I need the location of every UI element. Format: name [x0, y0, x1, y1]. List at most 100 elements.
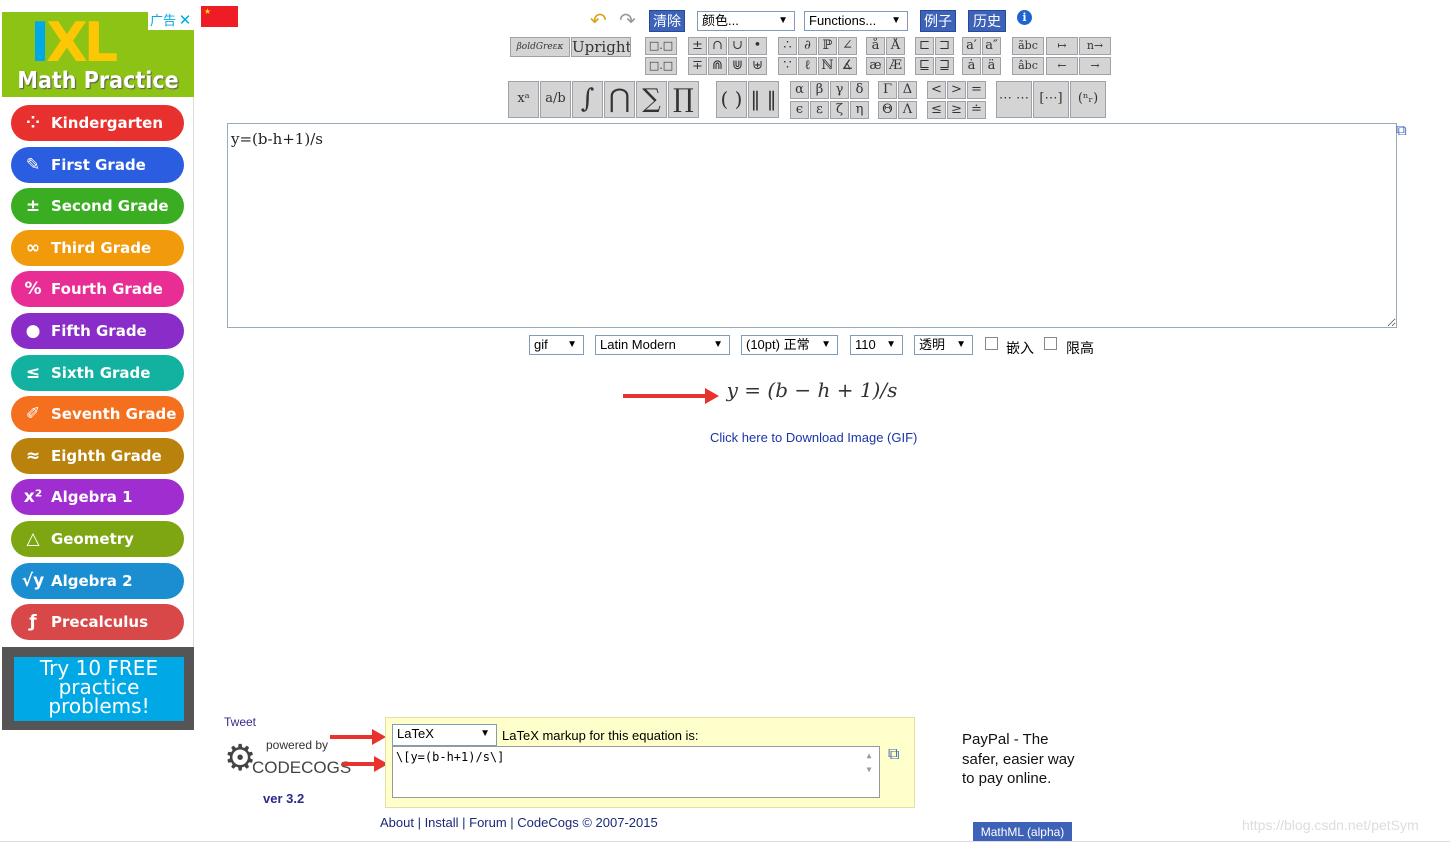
redo-icon[interactable]: ↷ [619, 8, 636, 33]
copy-icon[interactable]: ⧉ [1396, 122, 1412, 140]
functions-select[interactable]: Functions... ▼ [804, 11, 908, 31]
symbol-button[interactable]: β [810, 81, 829, 99]
symbol-button[interactable]: Δ [898, 81, 917, 99]
size-select[interactable]: (10pt) 正常 ▼ [741, 335, 838, 355]
grade-button[interactable]: △ Geometry [11, 521, 184, 557]
ixl-ad[interactable]: IXL Math Practice 广告 ✕ ⁘ Kindergarten ✎ Fir… [2, 12, 194, 730]
symbol-button[interactable]: ↦ [1046, 37, 1078, 55]
symbol-button[interactable]: ≐ [967, 101, 986, 119]
symbol-button[interactable]: ∓ [688, 57, 707, 75]
symbol-button[interactable]: □.□ [645, 37, 677, 55]
symbol-button[interactable]: ⊏ [915, 37, 934, 55]
symbol-button[interactable]: ãbc [1012, 37, 1044, 55]
symbol-button[interactable]: ≥ [947, 101, 966, 119]
latex-markup-output[interactable]: \[y=(b-h+1)/s\] ▲ ▼ [392, 746, 880, 798]
download-link[interactable]: Click here to Download Image (GIF) [710, 430, 917, 445]
symbol-button[interactable]: ← [1046, 57, 1078, 75]
symbol-button[interactable]: → [1079, 57, 1111, 75]
symbol-button[interactable]: • [748, 37, 767, 55]
china-flag-icon[interactable]: ★ [201, 6, 238, 27]
grade-button[interactable]: ƒ Precalculus [11, 604, 184, 641]
symbol-button[interactable]: ⊐ [935, 37, 954, 55]
close-ad-icon[interactable]: ✕ [176, 12, 194, 30]
symbol-button[interactable]: ± [688, 37, 707, 55]
grade-button[interactable]: ✎ First Grade [11, 146, 184, 183]
footer-links[interactable]: About | Install | Forum | CodeCogs © 200… [380, 815, 658, 830]
paypal-image[interactable]: PayPal - The safer, easier way to pay on… [962, 730, 1077, 789]
grade-button[interactable]: ● Fifth Grade [11, 313, 184, 349]
symbol-button[interactable]: Γ [878, 81, 897, 99]
symbol-button[interactable]: γ [830, 81, 849, 99]
symbol-button[interactable]: ∴ [778, 37, 797, 55]
ixl-logo[interactable]: IXL Math Practice 广告 ✕ [2, 12, 194, 97]
symbol-button[interactable]: Λ [898, 101, 917, 119]
symbol-button[interactable]: ∩ [708, 37, 727, 55]
format-select[interactable]: gif ▼ [529, 335, 584, 355]
copy-icon[interactable]: ⧉ [888, 746, 899, 764]
symbol-button[interactable]: ⊑ [915, 57, 934, 75]
symbol-button[interactable]: Θ [878, 101, 897, 119]
grade-button[interactable]: % Fourth Grade [11, 271, 184, 308]
symbol-button[interactable]: a″ [982, 37, 1001, 55]
symbol-button[interactable]: Å [886, 37, 905, 55]
color-select[interactable]: 颜色... ▼ [697, 11, 795, 31]
symbol-button[interactable]: ∫ [572, 81, 603, 118]
symbol-button[interactable]: ℕ [818, 57, 837, 75]
symbol-button[interactable]: δ [850, 81, 869, 99]
scrollbar[interactable]: ▲ ▼ [861, 749, 877, 779]
limit-height-checkbox[interactable] [1044, 337, 1057, 350]
equation-editor[interactable]: y=(b-h+1)/s [227, 123, 1397, 328]
undo-icon[interactable]: ↶ [590, 8, 607, 33]
markup-type-select[interactable]: LaTeX ▼ [392, 724, 497, 746]
grade-button[interactable]: ∞ Third Grade [11, 229, 184, 266]
mathml-button[interactable]: MathML (alpha) [973, 822, 1072, 842]
symbol-button[interactable]: ϵ [790, 101, 809, 119]
symbol-button[interactable]: ⋓ [728, 57, 747, 75]
symbol-button[interactable]: ∡ [838, 57, 857, 75]
grade-button[interactable]: √y Algebra 2 [11, 562, 184, 599]
symbol-button[interactable]: a′ [962, 37, 981, 55]
symbol-button[interactable]: = [967, 81, 986, 99]
symbol-button[interactable]: α [790, 81, 809, 99]
symbol-button[interactable]: η [850, 101, 869, 119]
symbol-button[interactable]: ∂ [798, 37, 817, 55]
embed-checkbox[interactable] [985, 337, 998, 350]
symbol-button[interactable]: a/b [540, 81, 571, 118]
symbol-button[interactable]: å [866, 37, 885, 55]
symbol-button[interactable]: ℓ [798, 57, 817, 75]
dpi-select[interactable]: 110 ▼ [850, 335, 903, 355]
symbol-button[interactable]: ∵ [778, 57, 797, 75]
clear-button[interactable]: 清除 [649, 10, 685, 32]
symbol-button[interactable]: âbc [1012, 57, 1044, 75]
symbol-button[interactable]: æ [866, 57, 885, 75]
symbol-button[interactable]: [⋯] [1033, 81, 1069, 118]
symbol-button[interactable]: □.□ [645, 57, 677, 75]
background-select[interactable]: 透明 ▼ [914, 335, 973, 355]
info-icon[interactable]: i [1017, 10, 1032, 25]
symbol-button[interactable]: ⋯ ⋯ [996, 81, 1032, 118]
grade-button[interactable]: x² Algebra 1 [11, 479, 184, 516]
symbol-button[interactable]: ∏ [668, 81, 699, 118]
symbol-button[interactable]: ∪ [728, 37, 747, 55]
symbol-button[interactable]: ≤ [927, 101, 946, 119]
symbol-button[interactable]: ζ [830, 101, 849, 119]
examples-button[interactable]: 例子 [920, 10, 956, 32]
symbol-button[interactable]: ȧ [962, 57, 981, 75]
symbol-button[interactable]: < [927, 81, 946, 99]
symbol-button[interactable]: ε [810, 101, 829, 119]
history-button[interactable]: 历史 [968, 10, 1006, 32]
symbol-button[interactable]: ( ) [716, 81, 747, 118]
symbol-button[interactable]: βoldGreεκ [510, 37, 570, 57]
cta-banner[interactable]: Try 10 FREE practice problems! [2, 647, 194, 730]
symbol-button[interactable]: Upright [571, 37, 631, 57]
symbol-button[interactable]: > [947, 81, 966, 99]
symbol-button[interactable]: (ⁿᵣ) [1070, 81, 1106, 118]
symbol-button[interactable]: n→ [1079, 37, 1111, 55]
symbol-button[interactable]: xᵃ [508, 81, 539, 118]
symbol-button[interactable]: ä [982, 57, 1001, 75]
grade-button[interactable]: ± Second Grade [11, 188, 184, 225]
symbol-button[interactable]: ⋂ [604, 81, 635, 118]
tweet-link[interactable]: Tweet [224, 715, 256, 729]
symbol-button[interactable]: ⊒ [935, 57, 954, 75]
symbol-button[interactable]: ∑ [636, 81, 667, 118]
